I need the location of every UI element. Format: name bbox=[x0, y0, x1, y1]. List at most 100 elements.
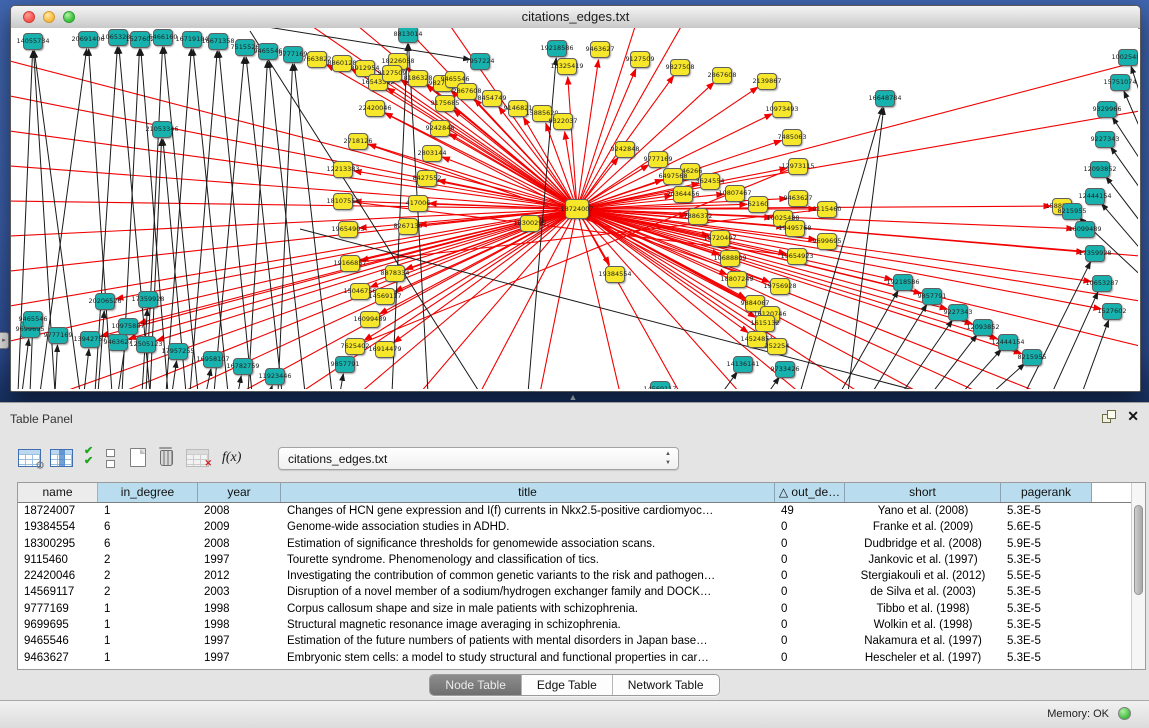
column-header-title[interactable]: title bbox=[281, 483, 775, 502]
table-cell[interactable]: 1 bbox=[98, 650, 198, 666]
network-node[interactable]: 8860128 bbox=[332, 55, 352, 72]
scrollbar-thumb[interactable] bbox=[1134, 505, 1143, 595]
table-cell[interactable]: 0 bbox=[775, 584, 845, 600]
table-cell[interactable]: 1 bbox=[98, 633, 198, 649]
table-cell[interactable]: 1997 bbox=[198, 650, 281, 666]
table-row[interactable]: 946554611997Estimation of the future num… bbox=[18, 633, 1145, 649]
table-cell[interactable]: 49 bbox=[775, 503, 845, 519]
table-cell[interactable]: 0 bbox=[775, 650, 845, 666]
table-cell[interactable]: 5.9E-5 bbox=[1001, 536, 1092, 552]
network-node[interactable]: 2803144 bbox=[422, 145, 442, 162]
network-node[interactable]: 8878334 bbox=[385, 265, 405, 282]
network-node[interactable]: 6466160 bbox=[153, 29, 173, 46]
network-node[interactable]: 9329966 bbox=[1097, 101, 1117, 118]
unselect-all-icon[interactable] bbox=[106, 449, 115, 471]
network-node[interactable]: 16914479 bbox=[375, 341, 395, 358]
network-node[interactable]: 9733426 bbox=[775, 361, 795, 378]
table-cell[interactable]: 19384554 bbox=[18, 519, 98, 535]
network-node[interactable]: 10973493 bbox=[772, 101, 792, 118]
table-cell[interactable]: Hescheler et al. (1997) bbox=[845, 650, 1001, 666]
network-node[interactable]: 8267130 bbox=[398, 218, 418, 235]
table-cell[interactable]: 5.3E-5 bbox=[1001, 633, 1092, 649]
network-node[interactable]: 18107554 bbox=[333, 193, 353, 210]
delete-table-icon[interactable]: ✕ bbox=[186, 449, 209, 467]
table-cell[interactable]: 2009 bbox=[198, 519, 281, 535]
network-node[interactable]: 14569117 bbox=[650, 381, 670, 390]
network-node[interactable]: 9175685 bbox=[435, 95, 455, 112]
table-row[interactable]: 1872400712008Changes of HCN gene express… bbox=[18, 503, 1145, 519]
network-node[interactable]: 8813014 bbox=[398, 28, 418, 43]
network-node[interactable]: 13942757 bbox=[80, 331, 100, 348]
network-node[interactable]: 13325419 bbox=[557, 58, 577, 75]
table-cell[interactable]: 2003 bbox=[198, 584, 281, 600]
network-node[interactable]: 16648784 bbox=[875, 90, 895, 107]
table-cell[interactable]: 1997 bbox=[198, 552, 281, 568]
splitter-handle[interactable]: ▲ bbox=[567, 394, 579, 400]
network-node[interactable]: 9227343 bbox=[948, 304, 968, 321]
table-cell[interactable]: Yano et al. (2008) bbox=[845, 503, 1001, 519]
table-cell[interactable]: Dudbridge et al. (2008) bbox=[845, 536, 1001, 552]
table-cell[interactable]: 9115460 bbox=[18, 552, 98, 568]
network-node[interactable]: 19756928 bbox=[770, 278, 790, 295]
network-node[interactable]: 7663822 bbox=[307, 51, 327, 68]
network-node[interactable]: 10975887 bbox=[118, 318, 138, 335]
network-node[interactable]: 12444154 bbox=[1085, 188, 1105, 205]
table-cell[interactable]: 5.5E-5 bbox=[1001, 568, 1092, 584]
network-node[interactable]: 9465546 bbox=[258, 43, 278, 60]
network-node[interactable]: 6497568 bbox=[663, 168, 683, 185]
network-node[interactable]: 9242848 bbox=[430, 120, 450, 137]
table-row[interactable]: 2242004622012Investigating the contribut… bbox=[18, 568, 1145, 584]
network-node[interactable]: 8186328 bbox=[408, 70, 428, 87]
network-node[interactable]: 17359928 bbox=[138, 291, 158, 308]
network-node[interactable]: 14136141 bbox=[733, 356, 753, 373]
table-cell[interactable]: Nakamura et al. (1997) bbox=[845, 633, 1001, 649]
network-node[interactable]: 12444154 bbox=[998, 334, 1018, 351]
network-canvas[interactable]: 1872400776638228860128891295416543392182… bbox=[11, 28, 1138, 389]
network-node[interactable]: 9827508 bbox=[670, 59, 690, 76]
network-node[interactable]: 9857791 bbox=[335, 356, 355, 373]
network-node[interactable]: 9463627 bbox=[590, 41, 610, 58]
network-node[interactable]: 12213383 bbox=[333, 161, 353, 178]
network-node[interactable]: 62160 bbox=[748, 196, 768, 213]
network-node[interactable]: 2139867 bbox=[757, 73, 777, 90]
network-node[interactable]: 8454749 bbox=[482, 90, 502, 107]
table-cell[interactable]: 2 bbox=[98, 552, 198, 568]
table-cell[interactable]: 9465546 bbox=[18, 633, 98, 649]
network-node[interactable]: 19495768 bbox=[785, 220, 805, 237]
hidden-panel-tab[interactable]: ▸ bbox=[0, 332, 9, 349]
table-cell[interactable]: Embryonic stem cells: a model to study s… bbox=[281, 650, 775, 666]
table-row[interactable]: 946362711997Embryonic stem cells: a mode… bbox=[18, 650, 1145, 666]
table-cell[interactable]: 5.3E-5 bbox=[1001, 617, 1092, 633]
network-node[interactable]: 22420046 bbox=[365, 100, 385, 117]
network-node[interactable]: 9322037 bbox=[553, 113, 573, 130]
network-node[interactable]: 19384554 bbox=[605, 266, 625, 283]
network-node[interactable]: 15046756 bbox=[350, 283, 370, 300]
network-node[interactable]: 18300295 bbox=[520, 215, 540, 232]
table-cell[interactable]: 0 bbox=[775, 536, 845, 552]
table-cell[interactable]: 0 bbox=[775, 601, 845, 617]
table-cell[interactable]: 1 bbox=[98, 503, 198, 519]
network-node[interactable]: 18807249 bbox=[727, 271, 747, 288]
network-node[interactable]: 2867608 bbox=[457, 83, 477, 100]
tab-node-table[interactable]: Node Table bbox=[430, 675, 522, 695]
network-node[interactable]: 9699695 bbox=[817, 233, 837, 250]
network-node[interactable]: 17957255 bbox=[168, 343, 188, 360]
column-header-year[interactable]: year bbox=[198, 483, 281, 502]
table-cell[interactable]: 2 bbox=[98, 568, 198, 584]
table-cell[interactable]: Estimation of the future numbers of pati… bbox=[281, 633, 775, 649]
network-node[interactable]: 19218586 bbox=[547, 40, 567, 57]
table-cell[interactable]: 1 bbox=[98, 617, 198, 633]
table-cell[interactable]: Wolkin et al. (1998) bbox=[845, 617, 1001, 633]
network-node[interactable]: 11923446 bbox=[265, 368, 285, 385]
table-cell[interactable]: Franke et al. (2009) bbox=[845, 519, 1001, 535]
network-node[interactable]: 8215955 bbox=[1022, 349, 1042, 366]
network-node[interactable]: 417006 bbox=[408, 195, 428, 212]
table-cell[interactable]: Estimation of significance thresholds fo… bbox=[281, 536, 775, 552]
table-cell[interactable]: 2012 bbox=[198, 568, 281, 584]
network-node[interactable]: 1615132 bbox=[755, 315, 775, 332]
column-header-out_de[interactable]: △ out_de… bbox=[775, 483, 845, 502]
network-node[interactable]: 20364456 bbox=[673, 186, 693, 203]
network-node[interactable]: 1527602 bbox=[1102, 303, 1122, 320]
window-titlebar[interactable]: citations_edges.txt bbox=[11, 6, 1140, 29]
table-cell[interactable]: 5.3E-5 bbox=[1001, 650, 1092, 666]
